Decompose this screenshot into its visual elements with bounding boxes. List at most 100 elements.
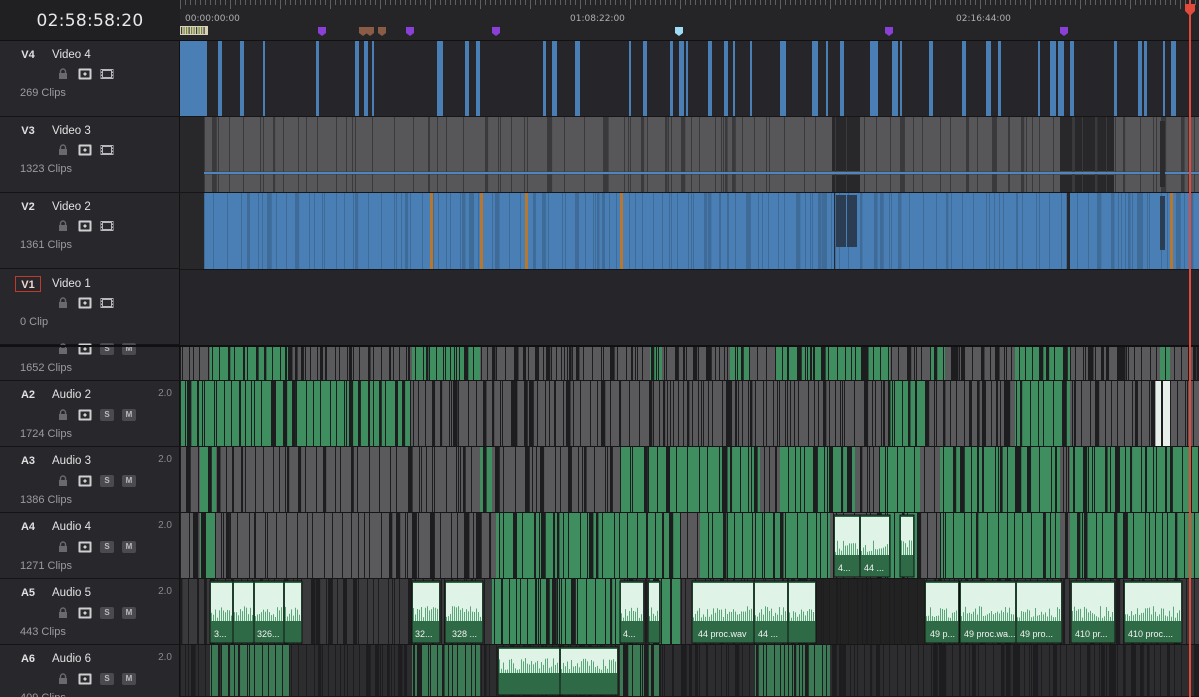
- video-audio-divider[interactable]: [0, 345, 1199, 347]
- marker-purple-icon[interactable]: [1060, 27, 1068, 36]
- clip[interactable]: [1160, 121, 1165, 187]
- clip[interactable]: [1138, 41, 1142, 117]
- clip[interactable]: [890, 381, 925, 447]
- clip[interactable]: [670, 41, 673, 117]
- clip[interactable]: [962, 41, 966, 117]
- solo-button[interactable]: S: [100, 541, 114, 553]
- track-name[interactable]: Video 4: [52, 47, 91, 63]
- clip[interactable]: [364, 41, 368, 117]
- track-id[interactable]: V4: [15, 47, 41, 63]
- track-id[interactable]: A5: [15, 585, 41, 601]
- clip[interactable]: [686, 41, 688, 117]
- clip[interactable]: [1070, 447, 1199, 513]
- clip[interactable]: [1070, 41, 1074, 117]
- lock-icon[interactable]: [56, 607, 70, 619]
- clip[interactable]: [552, 41, 557, 117]
- clip[interactable]: [836, 195, 846, 247]
- clip[interactable]: [620, 193, 623, 270]
- clip[interactable]: [263, 41, 265, 117]
- clip[interactable]: [775, 347, 890, 381]
- clip[interactable]: [930, 347, 945, 381]
- audio-track-header-a2[interactable]: A2 Audio 2 2.0 S M 1724 Clips: [0, 381, 180, 447]
- clip[interactable]: [437, 41, 443, 117]
- clip[interactable]: [210, 347, 290, 381]
- solo-button[interactable]: S: [100, 607, 114, 619]
- clip[interactable]: [629, 41, 631, 117]
- video-4-lane[interactable]: [180, 41, 1199, 117]
- clip[interactable]: [643, 41, 647, 117]
- track-id[interactable]: V2: [15, 199, 41, 215]
- auto-select-icon[interactable]: [78, 475, 92, 487]
- marker-brown-icon[interactable]: [378, 27, 386, 36]
- track-name[interactable]: Video 2: [52, 199, 91, 215]
- clip[interactable]: [1038, 41, 1040, 117]
- auto-select-icon[interactable]: [78, 673, 92, 685]
- audio-clip[interactable]: [283, 580, 303, 644]
- timeline-ruler[interactable]: 00:00:00:00 01:08:22:00 02:16:44:00: [180, 0, 1199, 41]
- audio-2-lane[interactable]: [180, 381, 1199, 447]
- audio-track-header-a5[interactable]: A5 Audio 5 2.0 S M 443 Clips: [0, 579, 180, 645]
- clip[interactable]: [465, 41, 469, 117]
- auto-select-icon[interactable]: [78, 297, 92, 309]
- lock-icon[interactable]: [56, 673, 70, 685]
- clip[interactable]: [847, 195, 857, 247]
- clip[interactable]: [1144, 41, 1147, 117]
- clip[interactable]: [1170, 193, 1173, 270]
- video-track-header-v1[interactable]: V1 Video 1 0 Clip: [0, 270, 180, 345]
- clip[interactable]: [900, 41, 902, 117]
- clip[interactable]: [929, 41, 933, 117]
- track-id[interactable]: V3: [15, 123, 41, 139]
- track-name[interactable]: Audio 5: [52, 585, 91, 601]
- clip[interactable]: [204, 172, 1199, 174]
- video-3-lane[interactable]: [180, 117, 1199, 193]
- track-id[interactable]: A6: [15, 651, 41, 667]
- clip[interactable]: [998, 41, 1001, 117]
- audio-6-lane[interactable]: [180, 645, 1199, 697]
- film-strip-icon[interactable]: [100, 144, 114, 156]
- auto-select-icon[interactable]: [78, 409, 92, 421]
- audio-clip[interactable]: [497, 646, 561, 696]
- mute-button[interactable]: M: [122, 607, 136, 619]
- clip[interactable]: [525, 193, 528, 270]
- track-id[interactable]: A2: [15, 387, 41, 403]
- marker-cyan-icon[interactable]: [675, 27, 683, 36]
- track-name[interactable]: Audio 4: [52, 519, 91, 535]
- clip[interactable]: [780, 41, 786, 117]
- clip[interactable]: [355, 41, 359, 117]
- clip[interactable]: [1160, 196, 1165, 250]
- clip[interactable]: [892, 41, 898, 117]
- timecode-display[interactable]: 02:58:58:20: [0, 0, 180, 41]
- track-name[interactable]: Audio 2: [52, 387, 91, 403]
- track-name[interactable]: Audio 3: [52, 453, 91, 469]
- clip[interactable]: [1015, 381, 1070, 447]
- track-id[interactable]: A4: [15, 519, 41, 535]
- marker-brown-icon[interactable]: [359, 27, 367, 36]
- mute-button[interactable]: M: [122, 673, 136, 685]
- auto-select-icon[interactable]: [78, 144, 92, 156]
- clip[interactable]: [1058, 41, 1064, 117]
- clip[interactable]: [480, 193, 483, 270]
- audio-clip[interactable]: [559, 646, 619, 696]
- clip[interactable]: [430, 193, 433, 270]
- marker-brown-icon[interactable]: [366, 27, 374, 36]
- lock-icon[interactable]: [56, 144, 70, 156]
- playhead[interactable]: [1189, 0, 1191, 697]
- marker-purple-icon[interactable]: [492, 27, 500, 36]
- mute-button[interactable]: M: [122, 541, 136, 553]
- solo-button[interactable]: S: [100, 673, 114, 685]
- film-strip-icon[interactable]: [100, 297, 114, 309]
- track-name[interactable]: Video 1: [52, 276, 91, 292]
- clip[interactable]: [240, 41, 244, 117]
- lock-icon[interactable]: [56, 68, 70, 80]
- clip[interactable]: [316, 41, 319, 117]
- lock-icon[interactable]: [56, 409, 70, 421]
- clip[interactable]: [986, 41, 991, 117]
- clip[interactable]: [1171, 41, 1176, 117]
- audio-track-header-a1[interactable]: S M 1652 Clips: [0, 343, 180, 381]
- audio-clip[interactable]: [899, 514, 915, 578]
- clip[interactable]: [1050, 41, 1056, 117]
- clip[interactable]: [1114, 41, 1117, 117]
- film-strip-icon[interactable]: [100, 220, 114, 232]
- audio-track-header-a4[interactable]: A4 Audio 4 2.0 S M 1271 Clips: [0, 513, 180, 579]
- video-track-header-v3[interactable]: V3 Video 3 1323 Clips: [0, 117, 180, 193]
